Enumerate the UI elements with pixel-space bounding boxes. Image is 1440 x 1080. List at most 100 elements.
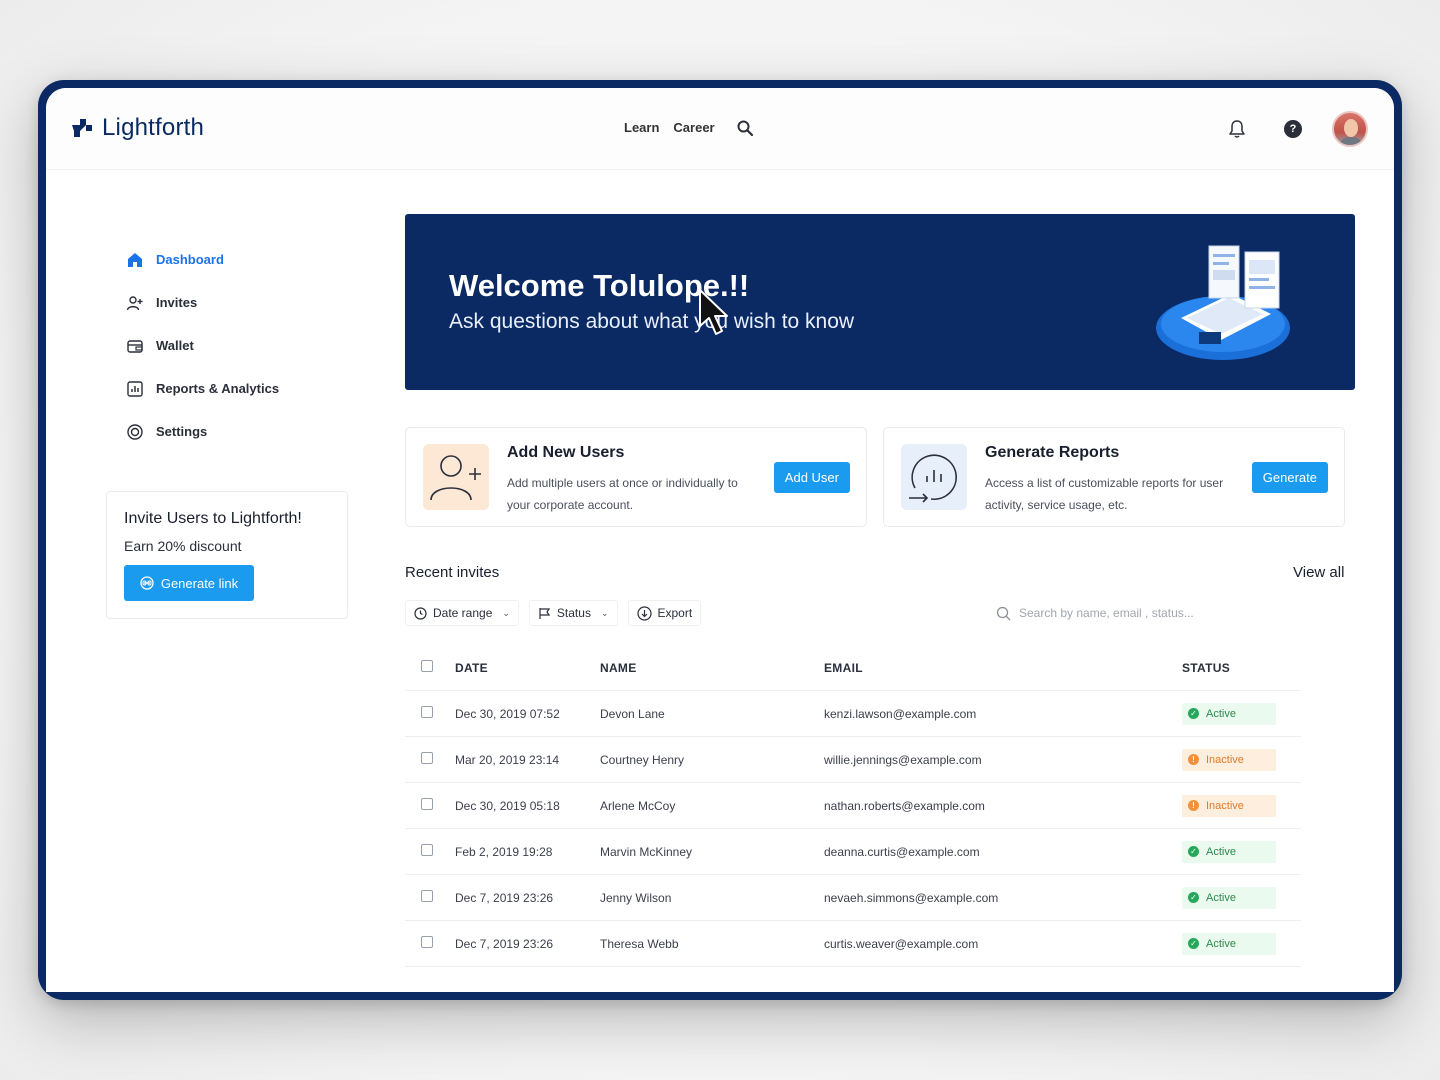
date-range-filter[interactable]: Date range ⌄: [405, 600, 519, 626]
nav-career[interactable]: Career: [673, 120, 714, 135]
row-date: Dec 7, 2019 23:26: [455, 890, 554, 905]
sidebar-item-label: Dashboard: [156, 252, 224, 267]
chevron-down-icon: ⌄: [502, 607, 510, 618]
row-date: Dec 30, 2019 07:52: [455, 706, 560, 721]
wallet-icon: [127, 339, 143, 353]
sidebar-item-label: Wallet: [156, 338, 194, 353]
row-name: Theresa Webb: [600, 936, 679, 951]
select-all-checkbox[interactable]: [421, 660, 433, 672]
welcome-banner: Welcome Tolulope.!! Ask questions about …: [405, 214, 1355, 390]
check-circle-icon: ✓: [1188, 938, 1199, 949]
add-users-card: Add New Users Add multiple users at once…: [405, 427, 867, 527]
sidebar: Dashboard Invites Wallet Reports & Analy…: [126, 238, 386, 453]
table-row[interactable]: Dec 7, 2019 23:26 Jenny Wilson nevaeh.simm…: [405, 875, 1301, 921]
alert-circle-icon: !: [1188, 754, 1199, 765]
table-row[interactable]: Dec 30, 2019 07:52 Devon Lane kenzi.lawson…: [405, 691, 1301, 737]
top-nav: Learn Career: [624, 120, 715, 135]
filter-bar: Date range ⌄ Status ⌄ Export: [405, 600, 702, 626]
row-checkbox[interactable]: [421, 752, 433, 764]
avatar[interactable]: [1332, 111, 1368, 147]
status-badge: ! Inactive: [1182, 794, 1276, 817]
row-checkbox[interactable]: [421, 890, 433, 902]
lightforth-logo-icon: [72, 119, 92, 137]
view-all-link[interactable]: View all: [1293, 564, 1344, 581]
status-badge: ✓ Active: [1182, 886, 1276, 909]
sidebar-item-dashboard[interactable]: Dashboard: [126, 238, 386, 281]
flag-icon: [539, 607, 551, 619]
table-row[interactable]: Mar 20, 2019 23:14 Courtney Henry willie.j…: [405, 737, 1301, 783]
row-name: Arlene McCoy: [600, 798, 676, 813]
status-text: Inactive: [1206, 799, 1244, 812]
row-name: Marvin McKinney: [600, 844, 693, 859]
status-filter[interactable]: Status ⌄: [528, 600, 618, 626]
date-range-label: Date range: [433, 606, 493, 620]
sidebar-item-label: Settings: [156, 424, 208, 439]
row-checkbox[interactable]: [421, 706, 433, 718]
sidebar-item-invites[interactable]: Invites: [126, 281, 386, 324]
sidebar-item-settings[interactable]: Settings: [126, 410, 386, 453]
col-email[interactable]: EMAIL: [824, 661, 1182, 675]
bell-icon[interactable]: [1226, 118, 1248, 140]
sidebar-item-label: Invites: [156, 295, 198, 310]
clock-icon: [414, 606, 427, 620]
table-body: Dec 30, 2019 07:52 Devon Lane kenzi.lawson…: [405, 691, 1301, 967]
reports-illustration-icon: [1156, 245, 1290, 360]
status-text: Active: [1206, 891, 1236, 904]
mouse-cursor-icon: [699, 289, 728, 335]
user-plus-icon: [126, 295, 143, 310]
card-title: Add New Users: [507, 444, 625, 461]
check-circle-icon: ✓: [1188, 708, 1199, 719]
brand-logo[interactable]: Lightforth: [70, 114, 204, 142]
col-status[interactable]: STATUS: [1182, 661, 1301, 675]
col-date[interactable]: DATE: [455, 661, 600, 675]
row-email: curtis.weaver@example.com: [824, 936, 979, 951]
link-icon: [140, 576, 154, 590]
table-row[interactable]: Dec 30, 2019 05:18 Arlene McCoy nathan.rob…: [405, 783, 1301, 829]
status-badge: ✓ Active: [1182, 702, 1276, 725]
status-text: Inactive: [1206, 753, 1244, 766]
gear-icon: [127, 423, 143, 440]
table-header: DATE NAME EMAIL STATUS: [405, 645, 1301, 691]
row-date: Dec 7, 2019 23:26: [455, 936, 554, 951]
table-row[interactable]: Feb 2, 2019 19:28 Marvin McKinney deanna.c…: [405, 829, 1301, 875]
status-text: Active: [1206, 845, 1236, 858]
recent-invites-title: Recent invites: [405, 564, 500, 581]
row-email: kenzi.lawson@example.com: [824, 706, 977, 721]
row-checkbox[interactable]: [421, 936, 433, 948]
check-circle-icon: ✓: [1188, 892, 1199, 903]
row-checkbox[interactable]: [421, 844, 433, 856]
invite-promo-card: Invite Users to Lightforth! Earn 20% dis…: [106, 491, 348, 619]
invite-subtitle: Earn 20% discount: [124, 538, 242, 554]
add-user-button[interactable]: Add User: [773, 462, 850, 493]
col-name[interactable]: NAME: [600, 661, 824, 675]
generate-button[interactable]: Generate: [1251, 462, 1328, 493]
sidebar-item-wallet[interactable]: Wallet: [126, 324, 386, 367]
banner-subtitle: Ask questions about what you wish to kno…: [449, 310, 855, 333]
export-label: Export: [657, 606, 693, 620]
check-circle-icon: ✓: [1188, 846, 1199, 857]
generate-reports-card: Generate Reports Access a list of custom…: [883, 427, 1345, 527]
row-checkbox[interactable]: [421, 798, 433, 810]
invite-title: Invite Users to Lightforth!: [124, 510, 302, 527]
generate-link-button[interactable]: Generate link: [124, 565, 254, 601]
invites-table: DATE NAME EMAIL STATUS Dec 30, 2019 07:5…: [405, 645, 1301, 967]
sidebar-item-reports[interactable]: Reports & Analytics: [126, 367, 386, 410]
nav-learn[interactable]: Learn: [624, 120, 659, 135]
top-bar: Lightforth Learn Career ?: [46, 88, 1394, 170]
export-button[interactable]: Export: [627, 600, 702, 626]
search-icon[interactable]: [736, 119, 754, 137]
app-screen: Lightforth Learn Career ? Dashboard Invi…: [46, 88, 1394, 992]
device-frame: Lightforth Learn Career ? Dashboard Invi…: [38, 80, 1402, 1000]
sidebar-item-label: Reports & Analytics: [156, 381, 280, 396]
card-title: Generate Reports: [985, 444, 1120, 461]
status-text: Active: [1206, 707, 1236, 720]
row-name: Devon Lane: [600, 706, 665, 721]
home-icon: [128, 252, 142, 267]
row-email: willie.jennings@example.com: [824, 752, 982, 767]
table-search-input[interactable]: [1019, 606, 1339, 620]
row-email: nevaeh.simmons@example.com: [824, 890, 999, 905]
table-row[interactable]: Dec 7, 2019 23:26 Theresa Webb curtis.weav…: [405, 921, 1301, 967]
status-badge: ! Inactive: [1182, 748, 1276, 771]
add-user-icon: [423, 444, 489, 510]
help-icon[interactable]: ?: [1284, 120, 1302, 138]
